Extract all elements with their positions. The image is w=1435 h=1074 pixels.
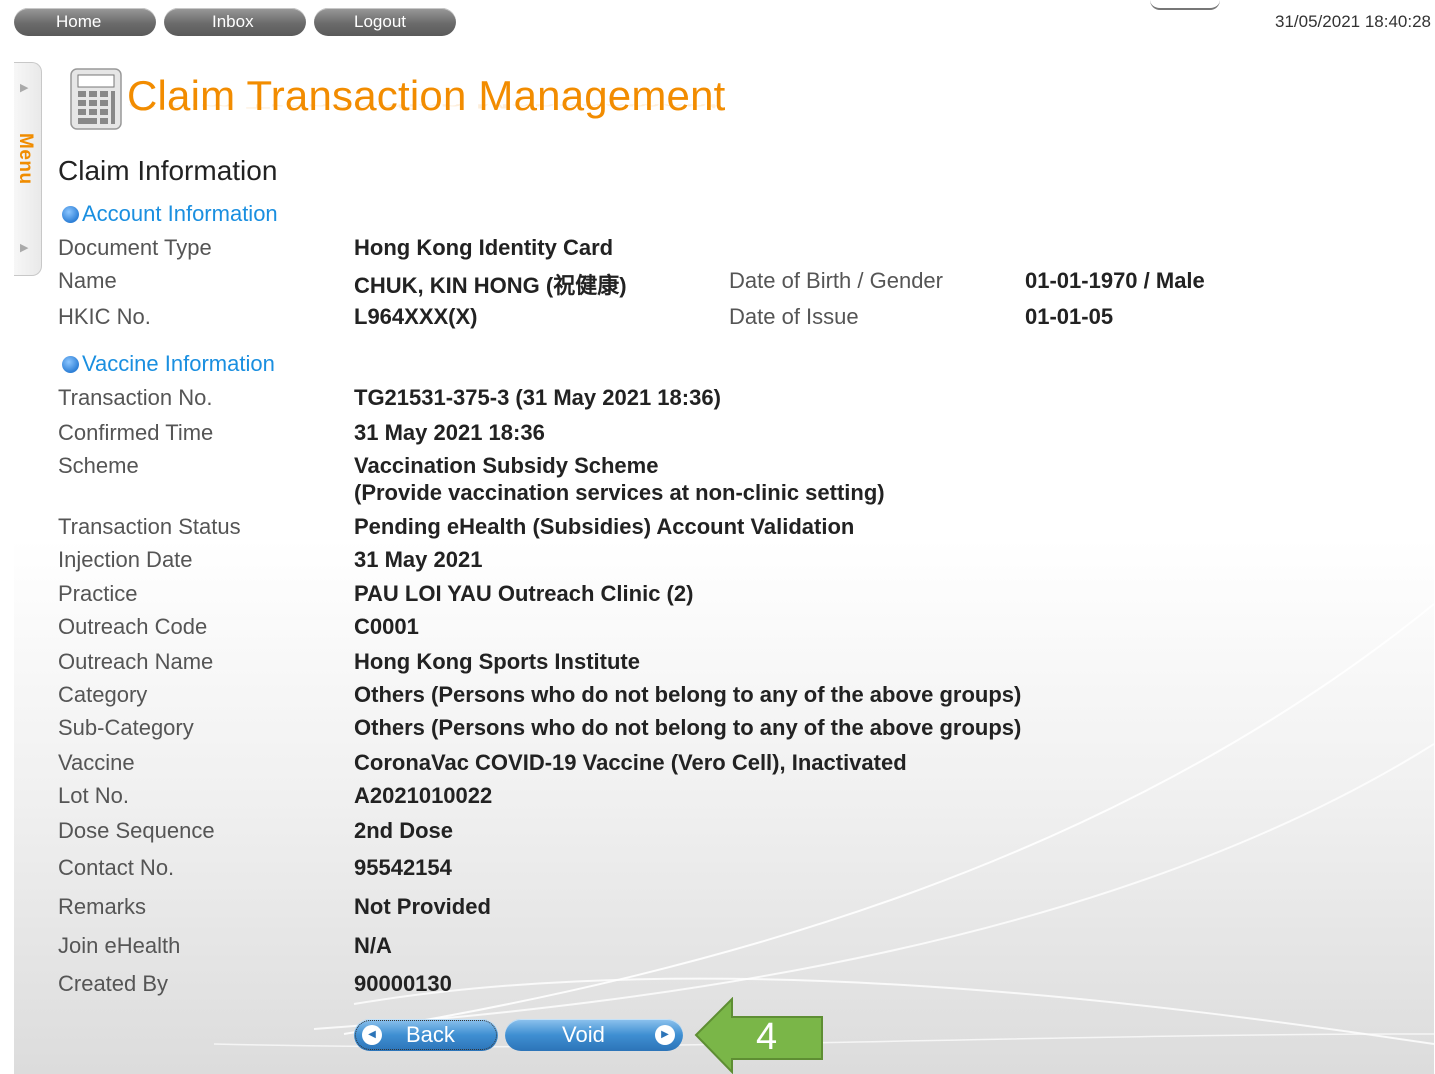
account-info-heading: Account Information (62, 201, 278, 227)
remarks-value: Not Provided (354, 894, 491, 919)
hkic-label: HKIC No. (58, 304, 151, 329)
home-button[interactable]: Home (14, 8, 156, 36)
document-type-value: Hong Kong Identity Card (354, 235, 614, 260)
void-button[interactable]: Void ▶ (505, 1019, 683, 1051)
side-menu-tab[interactable]: ▶ Menu ▶ (14, 62, 42, 276)
page-title-reflection: Claim Transaction Management (127, 104, 720, 112)
injection-date-value: 31 May 2021 (354, 547, 483, 572)
logout-button[interactable]: Logout (314, 8, 456, 36)
back-button-label: Back (406, 1022, 455, 1047)
outreach-code-value: C0001 (354, 614, 419, 639)
dob-gender-label: Date of Birth / Gender (729, 268, 943, 293)
document-type-label: Document Type (58, 235, 212, 260)
confirmed-time-label: Confirmed Time (58, 420, 214, 445)
lot-no-value: A2021010022 (354, 783, 493, 808)
vaccine-label: Vaccine (58, 750, 135, 775)
sub-category-value: Others (Persons who do not belong to any… (354, 715, 1022, 740)
date-of-issue-label: Date of Issue (729, 304, 859, 329)
transaction-status-value: Pending eHealth (Subsidies) Account Vali… (354, 514, 855, 539)
vaccine-info-heading: Vaccine Information (62, 351, 275, 377)
confirmed-time-value: 31 May 2021 18:36 (354, 420, 545, 445)
menu-arrow-icon: ▶ (20, 242, 29, 254)
bullet-icon (62, 205, 79, 223)
menu-label: Menu (15, 133, 36, 185)
join-ehealth-label: Join eHealth (58, 933, 181, 958)
outreach-name-label: Outreach Name (58, 649, 214, 674)
practice-value: PAU LOI YAU Outreach Clinic (2) (354, 581, 694, 606)
contact-no-label: Contact No. (58, 855, 175, 880)
content-panel: ▶ Menu ▶ (14, 44, 1434, 1074)
category-label: Category (58, 682, 148, 707)
created-by-value: 90000130 (354, 971, 452, 996)
section-heading: Claim Information (58, 155, 278, 186)
name-label: Name (58, 268, 117, 293)
lot-no-label: Lot No. (58, 783, 129, 808)
category-value: Others (Persons who do not belong to any… (354, 682, 1022, 707)
join-ehealth-value: N/A (354, 933, 392, 958)
outreach-code-label: Outreach Code (58, 614, 208, 639)
transaction-status-label: Transaction Status (58, 514, 241, 539)
arrow-right-icon: ▶ (655, 1025, 675, 1045)
contact-no-value: 95542154 (354, 855, 452, 880)
annotation-step-number: 4 (756, 1016, 778, 1058)
account-info-label: Account Information (82, 201, 278, 226)
sub-category-label: Sub-Category (58, 715, 194, 740)
date-of-issue-value: 01-01-05 (1025, 304, 1114, 329)
top-nav: Home Inbox Logout (14, 8, 464, 38)
outreach-name-value: Hong Kong Sports Institute (354, 649, 640, 674)
vaccine-info-label: Vaccine Information (82, 351, 275, 376)
inbox-button[interactable]: Inbox (164, 8, 306, 36)
name-value: CHUK, KIN HONG (祝健康) (354, 273, 627, 298)
background-swoosh (213, 603, 1434, 1048)
practice-label: Practice (58, 581, 138, 606)
injection-date-label: Injection Date (58, 547, 193, 572)
hkic-value: L964XXX(X) (354, 304, 478, 329)
arrow-left-icon: ◀ (362, 1025, 382, 1045)
dob-gender-value: 01-01-1970 / Male (1025, 268, 1205, 293)
scheme-value-line1: Vaccination Subsidy Scheme (354, 453, 659, 478)
transaction-no-label: Transaction No. (58, 385, 213, 410)
scheme-label: Scheme (58, 453, 139, 478)
page-title: Claim Transaction Management (127, 72, 726, 119)
void-button-label: Void (562, 1022, 605, 1047)
dose-sequence-value: 2nd Dose (354, 818, 454, 843)
remarks-label: Remarks (58, 894, 147, 919)
vaccine-value: CoronaVac COVID-19 Vaccine (Vero Cell), … (354, 750, 907, 775)
scheme-value-line2: (Provide vaccination services at non-cli… (354, 480, 885, 505)
current-datetime: 31/05/2021 18:40:28 (1275, 12, 1431, 31)
dose-sequence-label: Dose Sequence (58, 818, 215, 843)
created-by-label: Created By (58, 971, 169, 996)
calculator-icon (70, 68, 122, 130)
transaction-no-value: TG21531-375-3 (31 May 2021 18:36) (354, 385, 721, 410)
menu-arrow-icon: ▶ (20, 82, 29, 94)
header-decoration (1150, 0, 1220, 10)
bullet-icon (62, 355, 79, 373)
back-button[interactable]: ◀ Back (354, 1019, 498, 1051)
